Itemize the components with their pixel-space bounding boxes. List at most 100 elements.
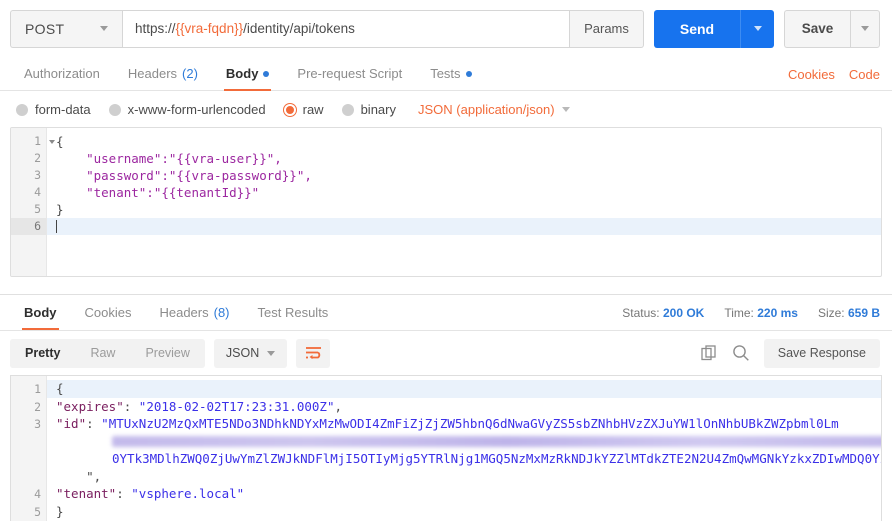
request-gutter: 1 2 3 4 5 6	[11, 128, 55, 276]
json-value: "vsphere.local"	[131, 486, 245, 501]
radio-selected-icon	[283, 103, 296, 116]
line-number-current: 6	[11, 218, 46, 235]
line-number: 5	[34, 202, 41, 216]
line-number-text: 1	[34, 134, 41, 148]
postman-request-response-view: POST https://{{vra-fqdn}}/identity/api/t…	[0, 0, 892, 530]
http-method-selector[interactable]: POST	[10, 9, 122, 48]
tab-label: Authorization	[24, 66, 100, 81]
size-value: 659 B	[847, 305, 880, 320]
pane-divider[interactable]	[0, 277, 892, 295]
response-format-selector[interactable]: JSON	[213, 338, 288, 368]
tab-body[interactable]: Body	[212, 57, 284, 91]
code-line: "password":"{{vra-password}}",	[56, 168, 312, 183]
send-button-group: Send	[654, 9, 774, 48]
save-button-group: Save	[784, 9, 880, 48]
line-number: 1	[11, 133, 55, 150]
content-type-selector[interactable]: JSON (application/json)	[418, 102, 570, 117]
send-options-button[interactable]	[740, 9, 774, 48]
view-mode-pretty[interactable]: Pretty	[10, 338, 76, 368]
code-line: "username":"{{vra-user}}",	[56, 151, 282, 166]
body-type-label: x-www-form-urlencoded	[127, 102, 266, 117]
time-meta: Time: 220 ms	[724, 306, 798, 320]
code-line-current	[47, 218, 881, 235]
line-number: 4	[34, 185, 41, 199]
code-line: }	[56, 202, 64, 217]
cookies-link[interactable]: Cookies	[788, 67, 835, 82]
tab-tests[interactable]: Tests	[416, 57, 485, 90]
search-icon	[732, 345, 749, 361]
tab-count: (8)	[213, 305, 230, 320]
response-format-label: JSON	[225, 346, 260, 360]
params-button[interactable]: Params	[570, 9, 644, 48]
size-meta: Size: 659 B	[818, 306, 880, 320]
search-button[interactable]	[732, 344, 750, 362]
response-line: }	[56, 503, 64, 519]
response-tab-test-results[interactable]: Test Results	[244, 296, 343, 329]
view-mode-raw[interactable]: Raw	[75, 339, 130, 368]
body-type-label: form-data	[35, 102, 91, 117]
body-type-binary[interactable]: binary	[341, 102, 396, 117]
json-sep: :	[86, 416, 102, 431]
url-suffix: /identity/api/tokens	[243, 21, 355, 36]
url-input[interactable]: https://{{vra-fqdn}}/identity/api/tokens	[122, 9, 570, 48]
word-wrap-toggle[interactable]	[296, 338, 331, 368]
response-line: {	[47, 380, 881, 398]
http-method-label: POST	[25, 20, 65, 37]
request-tab-bar: Authorization Headers (2) Body Pre-reque…	[0, 57, 892, 91]
body-type-form-data[interactable]: form-data	[16, 102, 91, 117]
json-sep: :	[123, 398, 139, 414]
response-body-viewer[interactable]: 1 2 3 4 5 { "expires": "2018-02-02T17:23…	[10, 375, 882, 521]
save-options-button[interactable]	[850, 9, 880, 48]
line-spacer	[11, 469, 46, 487]
response-tab-cookies[interactable]: Cookies	[71, 296, 146, 329]
status-label: Status:	[622, 305, 660, 320]
tab-headers[interactable]: Headers (2)	[114, 57, 212, 90]
line-number: 3	[34, 168, 41, 182]
url-variable: {{vra-fqdn}}	[175, 21, 244, 36]
redacted-text	[112, 435, 881, 447]
radio-icon	[341, 103, 354, 116]
tab-label: Headers	[127, 66, 178, 81]
response-line-continuation: 0YTk3MDlhZWQ0ZjUwYmZlZWJkNDFlMjI5OTIyMjg…	[56, 450, 882, 468]
response-code-area[interactable]: { "expires": "2018-02-02T17:23:31.000Z",…	[47, 376, 882, 521]
send-button[interactable]: Send	[654, 9, 740, 48]
response-tab-body[interactable]: Body	[10, 296, 71, 330]
copy-icon	[701, 344, 716, 360]
code-line: "tenant":"{{tenantId}}"	[56, 185, 260, 200]
content-type-label: JSON (application/json)	[418, 102, 555, 117]
word-wrap-icon	[305, 347, 321, 359]
chevron-down-icon	[753, 26, 762, 31]
copy-button[interactable]	[701, 344, 718, 362]
chevron-down-icon	[561, 107, 570, 112]
tab-label: Headers	[159, 305, 209, 320]
modified-dot-icon	[465, 70, 472, 77]
radio-icon	[108, 103, 121, 116]
chevron-down-icon	[100, 26, 108, 31]
body-type-raw[interactable]: raw	[283, 102, 324, 117]
response-line: "expires": "2018-02-02T17:23:31.000Z",	[56, 398, 881, 416]
tab-authorization[interactable]: Authorization	[10, 57, 114, 90]
json-value-continued: 0YTk3MDlhZWQ0ZjUwYmZlZWJkNDFlMjI5OTIyMjg…	[112, 451, 882, 466]
line-number: 2	[34, 399, 41, 414]
json-value: "MTUxNzU2MzQxMTE5NDo3NDhkNDYxMzMwODI4ZmF…	[101, 416, 839, 431]
line-number: 4	[34, 487, 41, 501]
save-response-button[interactable]: Save Response	[763, 338, 880, 368]
tab-count: (2)	[182, 66, 198, 81]
tab-label: Cookies	[84, 305, 132, 320]
code-line: {	[56, 134, 64, 149]
body-type-row: form-data x-www-form-urlencoded raw bina…	[0, 91, 892, 127]
body-type-urlencoded[interactable]: x-www-form-urlencoded	[108, 102, 266, 117]
save-button[interactable]: Save	[784, 9, 850, 48]
json-sep: :	[116, 486, 132, 501]
response-tab-headers[interactable]: Headers (8)	[145, 296, 243, 329]
request-code-area[interactable]: { "username":"{{vra-user}}", "password":…	[47, 128, 881, 276]
tab-pre-request-script[interactable]: Pre-request Script	[283, 57, 416, 90]
modified-dot-icon	[263, 70, 270, 77]
request-body-editor[interactable]: 1 2 3 4 5 6 { "username":"{{vra-user}}",…	[10, 127, 882, 277]
view-mode-preview[interactable]: Preview	[130, 339, 204, 368]
tab-label: Test Results	[257, 305, 329, 320]
response-line: "id": "MTUxNzU2MzQxMTE5NDo3NDhkNDYxMzMwO…	[56, 415, 881, 433]
tab-label: Body	[225, 66, 259, 81]
response-gutter: 1 2 3 4 5	[11, 376, 55, 521]
code-link[interactable]: Code	[849, 67, 880, 82]
